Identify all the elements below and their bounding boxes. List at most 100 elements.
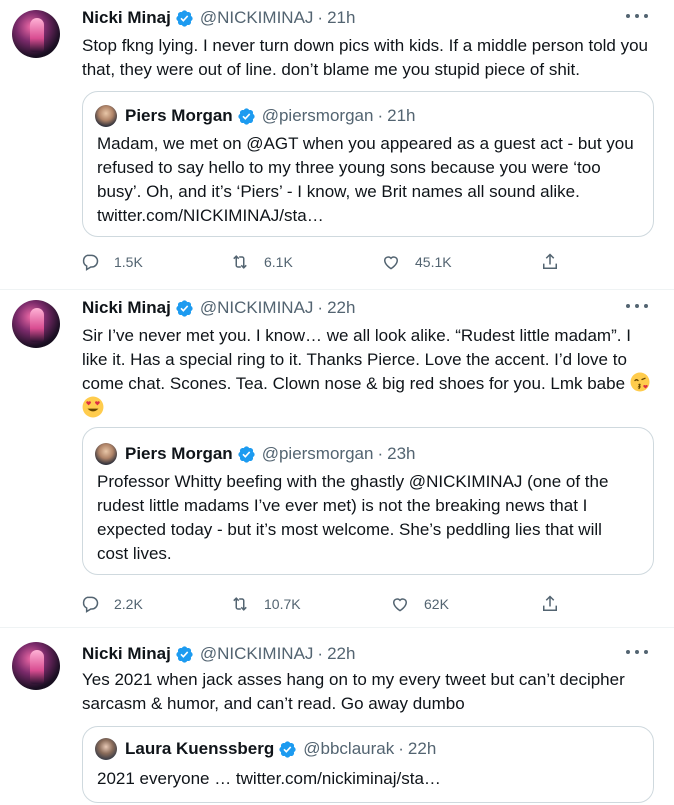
quoted-tweet[interactable]: Laura Kuenssberg @bbclaurak · 22h 2021 e… [82,726,654,803]
like-button[interactable]: 45.1K [381,250,452,274]
like-icon [392,598,408,612]
author-handle: @piersmorgan [261,106,374,125]
avatar[interactable] [12,10,60,58]
tweet-text: Stop fkng lying. I never turn down pics … [82,34,652,82]
separator-dot: · [377,444,384,463]
separator-dot: · [377,106,384,125]
tweet-header: Nicki Minaj @NICKIMINAJ · 21h [82,8,355,28]
tweet-text-line[interactable]: 2021 everyone … twitter.com/nickiminaj/s… [97,767,647,791]
tweet-time: 21h [387,106,416,125]
like-icon [383,256,399,270]
author-handle: @piersmorgan [261,444,374,463]
tweet-header: Nicki Minaj @NICKIMINAJ · 22h [82,644,355,664]
tweet-text: Yes 2021 when jack asses hang on to my e… [82,668,652,716]
verified-badge-icon [176,9,193,27]
author-handle: @bbclaurak [303,739,395,758]
quoted-tweet-text: Professor Whitty beefing with the ghastl… [97,470,647,566]
avatar [95,738,117,760]
tweet[interactable]: Nicki Minaj @NICKIMINAJ · 22h Sir I’ve n… [0,290,674,628]
like-count: 45.1K [415,254,452,270]
tweet-text-line: like it. Has a special ring to it. Thank… [82,350,627,369]
retweet-button[interactable]: 10.7K [230,592,301,616]
quoted-tweet-text: 2021 everyone … twitter.com/nickiminaj/s… [97,767,647,791]
tweet-text-line: sarcasm & humor, and can’t read. Go away… [82,694,465,713]
author-handle[interactable]: @NICKIMINAJ [200,298,314,318]
author-name[interactable]: Nicki Minaj [82,298,171,318]
quoted-tweet[interactable]: Piers Morgan @piersmorgan · 23h Professo… [82,427,654,575]
author-name[interactable]: Nicki Minaj [82,644,171,664]
tweet-time[interactable]: 22h [327,644,355,664]
verified-badge-icon [238,107,255,125]
author-name: Laura Kuenssberg [125,739,275,758]
author-name[interactable]: Nicki Minaj [82,8,171,28]
tweet-text-line: busy’. Oh, and it’s ‘Piers’ - I know, we… [97,182,580,201]
quoted-tweet-header: Piers Morgan @piersmorgan · 21h [95,104,416,128]
avatar[interactable] [12,642,60,690]
like-button[interactable]: 62K [390,592,449,616]
reply-count: 2.2K [114,596,143,612]
reply-button[interactable]: 2.2K [80,592,143,616]
avatar [95,105,117,127]
kissing-heart-emoji [630,372,650,392]
tweet-text-line: Stop fkng lying. I never turn down pics … [82,36,649,55]
heart-eyes-emoji [82,396,104,418]
quoted-tweet[interactable]: Piers Morgan @piersmorgan · 21h Madam, w… [82,91,654,237]
share-icon [543,595,557,611]
tweet-text-line: Madam, we met on @AGT when you appeared … [97,134,634,153]
tweet-text-line: cost lives. [97,544,172,563]
reply-icon [82,596,99,613]
separator-dot: · [317,298,324,317]
tweet[interactable]: Nicki Minaj @NICKIMINAJ · 22h Yes 2021 w… [0,628,674,805]
quoted-tweet-header: Laura Kuenssberg @bbclaurak · 22h [95,737,436,761]
author-name: Piers Morgan [125,106,233,125]
separator-dot: · [317,8,324,27]
tweet-time: 23h [387,444,416,463]
retweet-count: 6.1K [264,254,293,270]
tweet-header: Nicki Minaj @NICKIMINAJ · 22h [82,298,355,318]
retweet-count: 10.7K [264,596,301,612]
tweet-link[interactable]: twitter.com/NICKIMINAJ/sta… [97,204,647,228]
verified-badge-icon [176,645,193,663]
tweet-actions: 2.2K 10.7K 62K [80,592,580,616]
retweet-icon [233,255,247,269]
tweet-text-line: Professor Whitty beefing with the ghastl… [97,472,609,491]
tweet-time[interactable]: 21h [327,8,355,28]
tweet-text-line: Sir I’ve never met you. I know… we all l… [82,326,631,345]
tweet-text-segment: come chat. Scones. Tea. Clown nose & big… [82,374,626,393]
avatar[interactable] [12,300,60,348]
tweet-time[interactable]: 22h [327,298,355,318]
share-button[interactable] [540,592,560,616]
separator-dot: · [398,739,404,758]
tweet[interactable]: Nicki Minaj @NICKIMINAJ · 21h Stop fkng … [0,0,674,290]
author-handle[interactable]: @NICKIMINAJ [200,644,314,664]
tweet-text-line: that, they were out of line. don’t blame… [82,60,581,79]
verified-badge-icon [279,740,296,758]
author-handle[interactable]: @NICKIMINAJ [200,8,314,28]
verified-badge-icon [176,299,193,317]
retweet-icon [233,597,247,611]
tweet-text-line: come chat. Scones. Tea. Clown nose & big… [82,372,652,396]
tweet-text-line: rudest little madams I’ve ever met) is n… [97,496,588,515]
tweet-actions: 1.5K 6.1K 45.1K [80,250,580,274]
tweet-text-line: Yes 2021 when jack asses hang on to my e… [82,670,625,689]
tweet-text-line: expected today - but it’s most welcome. … [97,520,602,539]
tweet-text-line: refused to say hello to my three young s… [97,158,601,177]
reply-icon [82,254,99,271]
more-options-icon[interactable] [626,644,648,660]
more-options-icon[interactable] [626,298,648,314]
avatar [95,443,117,465]
quoted-tweet-text: Madam, we met on @AGT when you appeared … [97,132,647,228]
share-button[interactable] [540,250,560,274]
share-icon [543,253,557,269]
separator-dot: · [317,644,324,663]
tweet-text-line [82,396,652,421]
like-count: 62K [424,596,449,612]
author-name: Piers Morgan [125,444,233,463]
tweet-time: 22h [407,739,437,758]
retweet-button[interactable]: 6.1K [230,250,293,274]
verified-badge-icon [238,445,255,463]
quoted-tweet-header: Piers Morgan @piersmorgan · 23h [95,442,416,466]
more-options-icon[interactable] [626,8,648,24]
reply-count: 1.5K [114,254,143,270]
reply-button[interactable]: 1.5K [80,250,143,274]
